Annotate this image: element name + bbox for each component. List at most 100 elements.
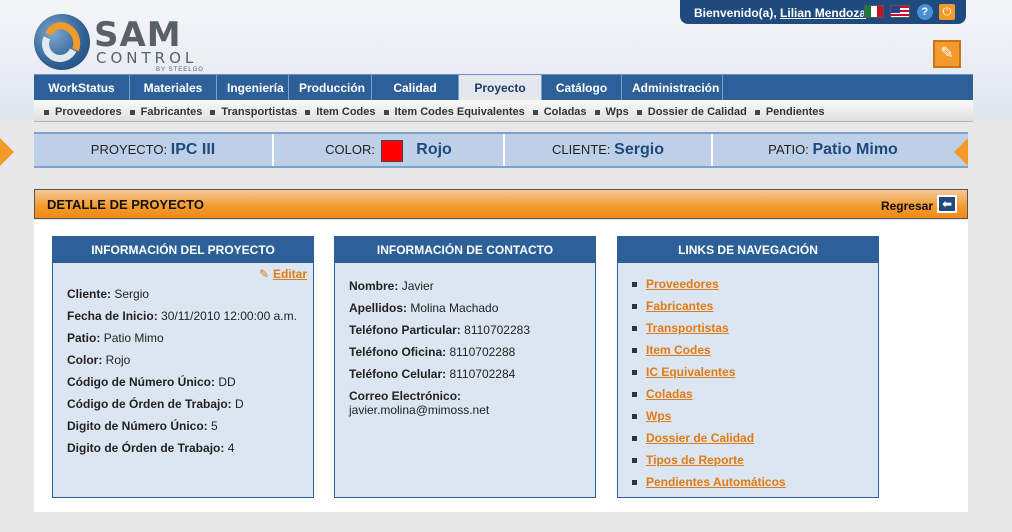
mexico-flag-icon[interactable] — [864, 5, 884, 18]
nav-link[interactable]: Proveedores — [646, 277, 719, 291]
client-value: Sergio — [614, 141, 664, 158]
logo-sub: CONTROL — [96, 49, 198, 67]
subnav-item[interactable]: Item Codes — [305, 106, 375, 118]
nav-link-item: Tipos de Reporte — [632, 453, 864, 467]
info-label: Patio: — [67, 331, 101, 345]
subnav-item[interactable]: Dossier de Calidad — [637, 106, 747, 118]
info-value: 5 — [211, 419, 218, 433]
nav-link-item: Dossier de Calidad — [632, 431, 864, 445]
nav-link[interactable]: Dossier de Calidad — [646, 431, 754, 445]
panel-title: INFORMACIÓN DE CONTACTO — [335, 237, 595, 263]
contact-value: Javier — [401, 279, 434, 293]
info-value: DD — [218, 375, 236, 389]
info-value: Sergio — [114, 287, 150, 301]
nav-tab-workstatus[interactable]: WorkStatus — [34, 75, 130, 101]
subnav-item[interactable]: Coladas — [533, 106, 587, 118]
logo-emblem-icon — [34, 14, 90, 70]
nav-tab-calidad[interactable]: Calidad — [372, 75, 459, 101]
nav-link[interactable]: IC Equivalentes — [646, 365, 735, 379]
back-link[interactable]: Regresar — [881, 199, 933, 213]
nav-link[interactable]: Wps — [646, 409, 671, 423]
nav-link-item: Coladas — [632, 387, 864, 401]
subnav-item[interactable]: Pendientes — [755, 106, 825, 118]
nav-link-item: Wps — [632, 409, 864, 423]
back-arrow-icon[interactable]: ⬅ — [937, 195, 957, 213]
contact-row: Nombre: Javier — [349, 279, 581, 293]
client-label: CLIENTE: — [552, 142, 611, 157]
info-value: D — [235, 397, 244, 411]
nav-links-list: Proveedores Fabricantes Transportistas Item… — [618, 263, 878, 507]
color-cell: COLOR: Rojo — [274, 134, 505, 166]
panel-title: LINKS DE NAVEGACIÓN — [618, 237, 878, 263]
color-label: COLOR: — [325, 142, 376, 157]
info-row: Color: Rojo — [67, 353, 299, 367]
info-label: Digito de Número Único: — [67, 419, 208, 433]
nav-tab-ingenieria[interactable]: Ingeniería — [217, 75, 289, 101]
us-flag-icon[interactable] — [890, 5, 911, 18]
right-arrow-icon — [954, 138, 968, 166]
project-info-panel: INFORMACIÓN DEL PROYECTO ✎ Editar Cliente… — [52, 236, 314, 498]
contact-row: Teléfono Particular: 8110702283 — [349, 323, 581, 337]
nav-link[interactable]: Coladas — [646, 387, 693, 401]
email-label: Correo Electrónico: — [349, 389, 462, 403]
detail-title: DETALLE DE PROYECTO — [47, 197, 204, 212]
contact-row: Teléfono Celular: 8110702284 — [349, 367, 581, 381]
subnav-item[interactable]: Fabricantes — [130, 106, 203, 118]
info-label: Fecha de Inicio: — [67, 309, 158, 323]
info-value: Rojo — [105, 353, 131, 367]
contact-row: Teléfono Oficina: 8110702288 — [349, 345, 581, 359]
email-value: javier.molina@mimoss.net — [349, 403, 490, 417]
info-row: Cliente: Sergio — [67, 287, 299, 301]
info-row: Patio: Patio Mimo — [67, 331, 299, 345]
info-value: 4 — [227, 441, 235, 455]
contact-info-list: Nombre: Javier Apellidos: Molina Machado T… — [335, 263, 595, 435]
nav-link[interactable]: Pendientes Automáticos — [646, 475, 786, 489]
nav-tab-administracion[interactable]: Administración — [622, 75, 723, 101]
nav-link[interactable]: Transportistas — [646, 321, 729, 335]
nav-link[interactable]: Tipos de Reporte — [646, 453, 744, 467]
info-value: 30/11/2010 12:00:00 a.m. — [161, 309, 297, 323]
nav-tab-materiales[interactable]: Materiales — [130, 75, 217, 101]
subnav-item[interactable]: Item Codes Equivalentes — [384, 106, 525, 118]
contact-value: 8110702288 — [449, 345, 516, 359]
contact-label: Apellidos: — [349, 301, 408, 315]
subnav-item[interactable]: Transportistas — [210, 106, 297, 118]
nav-links-panel: LINKS DE NAVEGACIÓN Proveedores Fabricant… — [617, 236, 879, 498]
logo-by: BY STEELGO — [156, 67, 204, 73]
header-icons: ? ⏻ — [864, 4, 958, 20]
detail-header: DETALLE DE PROYECTO Regresar ⬅ — [34, 189, 968, 219]
nav-link[interactable]: Fabricantes — [646, 299, 713, 313]
nav-link-item: Item Codes — [632, 343, 864, 357]
project-cell: PROYECTO: IPC III — [34, 134, 274, 166]
nav-link-item: Pendientes Automáticos — [632, 475, 864, 489]
main-nav: WorkStatus Materiales Ingeniería Producción… — [34, 74, 973, 101]
pencil-icon: ✎ — [258, 267, 270, 281]
info-label: Color: — [67, 353, 103, 367]
color-swatch — [380, 139, 403, 162]
nav-tab-produccion[interactable]: Producción — [289, 75, 372, 101]
contact-value: 8110702284 — [449, 367, 516, 381]
info-label: Código de Órden de Trabajo: — [67, 397, 232, 411]
nav-tab-catalogo[interactable]: Catálogo — [542, 75, 622, 101]
contact-label: Teléfono Particular: — [349, 323, 461, 337]
patio-cell: PATIO: Patio Mimo — [713, 134, 953, 166]
nav-link-item: Transportistas — [632, 321, 864, 335]
project-label: PROYECTO: — [90, 142, 168, 157]
samcontrol-logo[interactable]: SAM CONTROL BY STEELGO — [34, 14, 214, 74]
panel-title: INFORMACIÓN DEL PROYECTO — [53, 237, 313, 263]
contact-value: 8110702283 — [464, 323, 530, 337]
edit-link[interactable]: ✎ Editar — [259, 267, 307, 281]
info-label: Digito de Órden de Trabajo: — [67, 441, 225, 455]
nav-tab-proyecto[interactable]: Proyecto — [459, 75, 542, 101]
nav-link-item: IC Equivalentes — [632, 365, 864, 379]
notes-icon[interactable]: ✎ — [933, 40, 961, 68]
edit-label: Editar — [272, 267, 307, 281]
subnav-item[interactable]: Wps — [595, 106, 629, 118]
nav-link[interactable]: Item Codes — [646, 343, 711, 357]
user-link[interactable]: Lilian Mendoza — [780, 6, 866, 20]
help-icon[interactable]: ? — [916, 4, 933, 20]
subnav-item[interactable]: Proveedores — [44, 106, 122, 118]
contact-label: Teléfono Celular: — [349, 367, 447, 381]
info-row: Digito de Número Único: 5 — [67, 419, 299, 433]
logout-icon[interactable]: ⏻ — [939, 4, 956, 20]
